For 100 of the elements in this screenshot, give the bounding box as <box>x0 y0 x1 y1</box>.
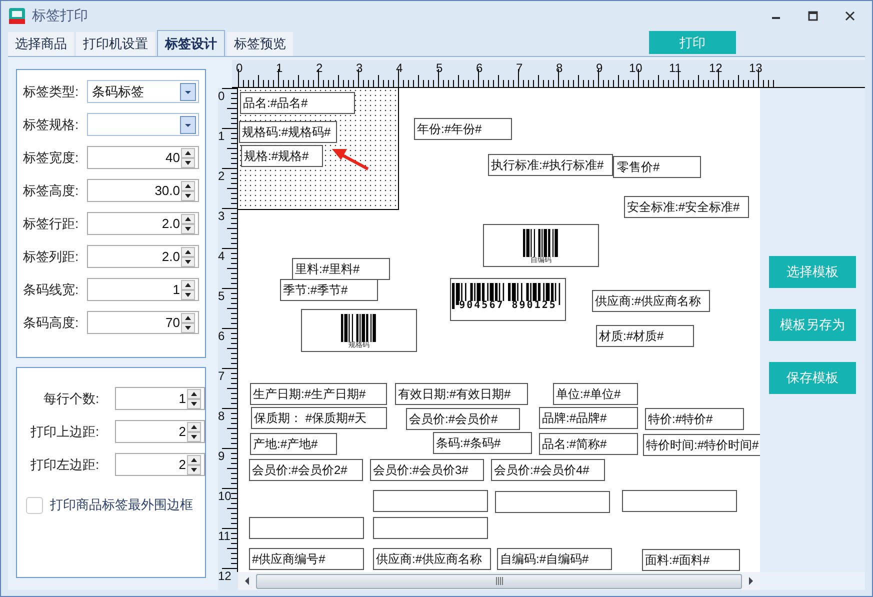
text-field-element[interactable]: 安全标准:#安全标准# <box>624 196 749 218</box>
ruler-number: 4 <box>396 62 403 74</box>
field-label: 条码高度: <box>23 314 80 332</box>
number-spinner[interactable]: 40 <box>87 146 199 169</box>
text-field-element[interactable]: 规格码:#规格码# <box>239 121 337 143</box>
text-field-element[interactable]: 季节:#季节# <box>280 279 378 301</box>
ruler-number: 0 <box>236 62 243 74</box>
field-label: 标签类型: <box>23 82 80 100</box>
scroll-thumb[interactable] <box>256 574 742 588</box>
dropdown[interactable] <box>87 113 199 136</box>
ruler-number: 1 <box>276 62 283 74</box>
checkbox[interactable] <box>26 496 43 514</box>
spin-arrows-icon <box>187 454 201 474</box>
ruler-number: 0 <box>218 90 225 102</box>
ruler-number: 12 <box>218 570 232 582</box>
tab[interactable]: 标签设计 <box>157 30 225 56</box>
spin-arrows-icon <box>181 214 195 234</box>
ruler-number: 13 <box>749 62 762 74</box>
number-spinner[interactable]: 2.0 <box>87 212 199 235</box>
text-field-element[interactable]: 会员价:#会员价4# <box>491 459 605 481</box>
text-field-element[interactable]: 里料:#里料# <box>292 258 390 280</box>
ruler-number: 9 <box>218 450 225 462</box>
ruler-number: 7 <box>218 370 225 382</box>
barcode-digits: 904567 890125 <box>459 301 557 311</box>
window-title: 标签打印 <box>32 6 88 24</box>
barcode-drawing <box>523 229 559 257</box>
spin-arrows-icon <box>187 422 201 442</box>
empty-element[interactable] <box>373 517 488 539</box>
text-field-element[interactable]: 有效日期:#有效日期# <box>395 383 528 405</box>
horizontal-scrollbar[interactable] <box>238 572 760 590</box>
text-field-element[interactable]: 条码:#条码# <box>433 432 532 454</box>
text-field-element[interactable]: 会员价:#会员价3# <box>370 459 484 481</box>
field-label: 条码线宽: <box>23 280 80 298</box>
empty-element[interactable] <box>622 490 737 512</box>
ruler-number: 8 <box>556 62 563 74</box>
number-spinner[interactable]: 30.0 <box>87 179 199 202</box>
maximize-icon[interactable] <box>808 10 818 20</box>
empty-element[interactable] <box>373 490 488 512</box>
spin-arrows-icon <box>181 312 195 332</box>
number-spinner[interactable]: 1 <box>115 387 205 410</box>
grip-icon <box>494 577 504 585</box>
field-label: 标签宽度: <box>23 148 80 166</box>
text-field-element[interactable]: 生产日期:#生产日期# <box>250 383 387 405</box>
text-field-element[interactable]: #供应商编号# <box>249 548 364 570</box>
number-spinner[interactable]: 2 <box>115 453 205 476</box>
caret-icon <box>180 116 196 134</box>
text-field-element[interactable]: 面料:#面料# <box>642 549 740 571</box>
text-field-element[interactable]: 特价:#特价# <box>645 408 744 430</box>
text-field-element[interactable]: 单位:#单位# <box>553 383 638 405</box>
text-field-element[interactable]: 年份:#年份# <box>414 118 512 140</box>
text-field-element[interactable]: 会员价:#会员价# <box>406 408 520 430</box>
checkbox-label: 打印商品标签最外围边框 <box>50 496 193 514</box>
text-field-element[interactable]: 保质期： #保质期#天 <box>251 407 387 429</box>
text-field-element[interactable]: 产地:#产地# <box>250 433 337 455</box>
text-field-element[interactable]: 材质:#材质# <box>596 325 694 347</box>
text-field-element[interactable]: 供应商:#供应商名称 <box>592 290 710 312</box>
ruler-number: 1 <box>218 130 225 142</box>
ruler-number: 2 <box>218 170 225 182</box>
text-field-element[interactable]: 品名:#品名# <box>240 92 355 114</box>
scroll-right-icon[interactable] <box>746 575 756 587</box>
text-field-element[interactable]: 会员价:#会员价2# <box>249 459 363 481</box>
spin-arrows-icon <box>181 180 195 200</box>
text-field-element[interactable]: 零售价# <box>613 156 701 178</box>
text-field-element[interactable]: 执行标准:#执行标准# <box>488 154 613 176</box>
field-label: 打印左边距: <box>30 456 100 474</box>
app-icon <box>8 6 26 24</box>
number-spinner[interactable]: 2.0 <box>87 245 199 268</box>
tab[interactable]: 打印机设置 <box>76 32 155 56</box>
ruler-number: 11 <box>218 530 230 542</box>
dropdown[interactable]: 条码标签 <box>87 80 199 103</box>
spin-arrows-icon <box>181 246 195 266</box>
barcode-drawing <box>341 314 377 342</box>
tab[interactable]: 标签预览 <box>227 32 293 56</box>
number-spinner[interactable]: 70 <box>87 311 199 334</box>
ruler-number: 5 <box>218 290 225 302</box>
ruler-number: 12 <box>709 62 722 74</box>
barcode-element[interactable]: 904567 890125 <box>450 278 566 321</box>
text-field-element[interactable]: 品牌:#品牌# <box>539 407 638 429</box>
field-label: 标签行距: <box>23 214 80 232</box>
text-field-element[interactable]: 规格:#规格# <box>241 145 323 167</box>
text-field-element[interactable]: 特价时间:#特价时间# <box>643 434 760 456</box>
field-label: 标签高度: <box>23 182 80 200</box>
text-field-element[interactable]: 品名:#简称# <box>539 433 638 455</box>
empty-element[interactable] <box>495 491 610 513</box>
number-spinner[interactable]: 2 <box>115 420 205 443</box>
field-label: 标签列距: <box>23 248 80 266</box>
tab[interactable]: 选择商品 <box>8 32 74 56</box>
ruler-number: 10 <box>218 490 232 502</box>
text-field-element[interactable]: 自编码:#自编码# <box>497 548 612 570</box>
field-label: 打印上边距: <box>30 422 100 440</box>
number-spinner[interactable]: 1 <box>87 278 199 301</box>
caret-icon <box>180 82 196 100</box>
text-field-element[interactable]: 供应商:#供应商名称 <box>373 548 491 570</box>
spin-arrows-icon <box>181 280 195 300</box>
empty-element[interactable] <box>249 517 364 539</box>
ruler-number: 3 <box>356 62 363 74</box>
ruler-number: 5 <box>436 62 443 74</box>
ruler-number: 10 <box>629 62 642 74</box>
ruler-number: 4 <box>218 250 225 262</box>
close-icon[interactable] <box>845 10 855 20</box>
